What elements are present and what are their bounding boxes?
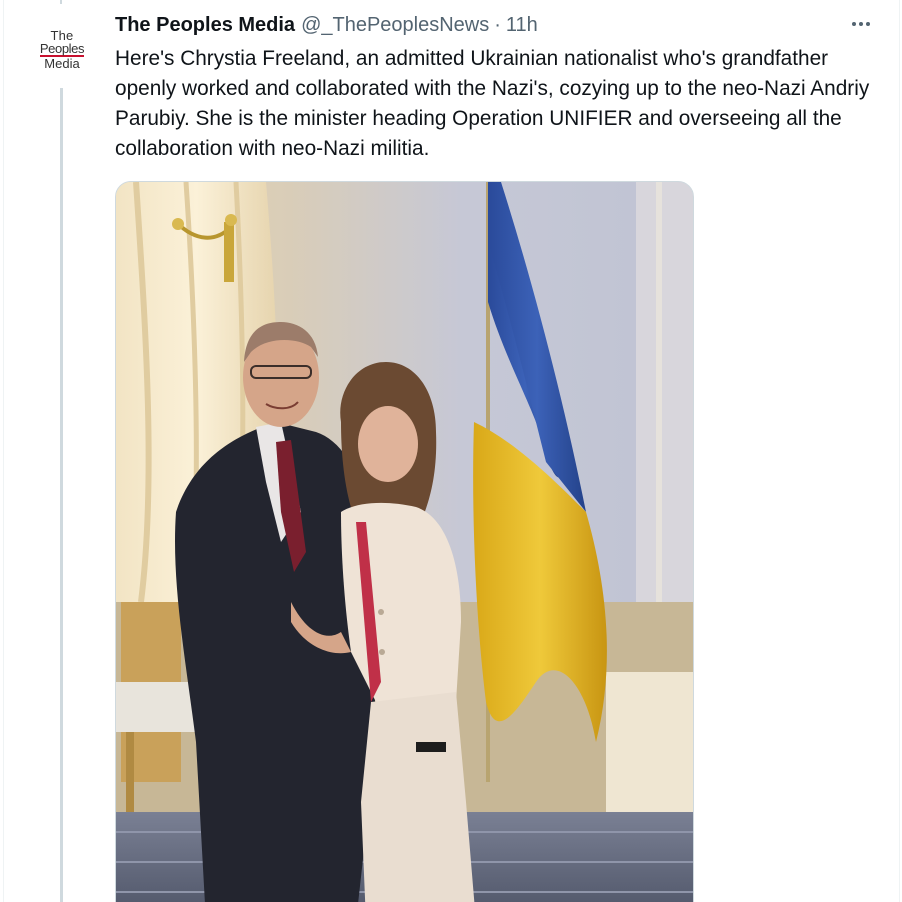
tweet-header: The Peoples Media @_ThePeoplesNews · 11h: [115, 10, 538, 40]
photo-illustration: [116, 182, 693, 902]
author-handle[interactable]: @_ThePeoplesNews: [301, 14, 489, 37]
thread-connector-line: [60, 88, 63, 902]
more-horizontal-icon: [859, 22, 863, 26]
more-horizontal-icon: [866, 22, 870, 26]
author-display-name[interactable]: The Peoples Media: [115, 14, 295, 37]
avatar[interactable]: The Peoples Media: [34, 22, 90, 78]
more-options-button[interactable]: [846, 14, 876, 34]
thread-connector-top: [60, 0, 62, 4]
timeline-right-border: [899, 0, 900, 902]
timeline-left-border: [3, 0, 4, 902]
more-horizontal-icon: [852, 22, 856, 26]
tweet-timestamp[interactable]: 11h: [506, 14, 538, 37]
avatar-text-peoples: Peoples: [39, 41, 85, 57]
avatar-text-media: Media: [44, 56, 80, 71]
header-separator: ·: [494, 13, 501, 36]
tweet-text: Here's Chrystia Freeland, an admitted Uk…: [115, 47, 870, 160]
tweet-photo[interactable]: [115, 181, 694, 902]
tweet-page: The Peoples Media The Peoples Media @_Th…: [0, 0, 902, 902]
